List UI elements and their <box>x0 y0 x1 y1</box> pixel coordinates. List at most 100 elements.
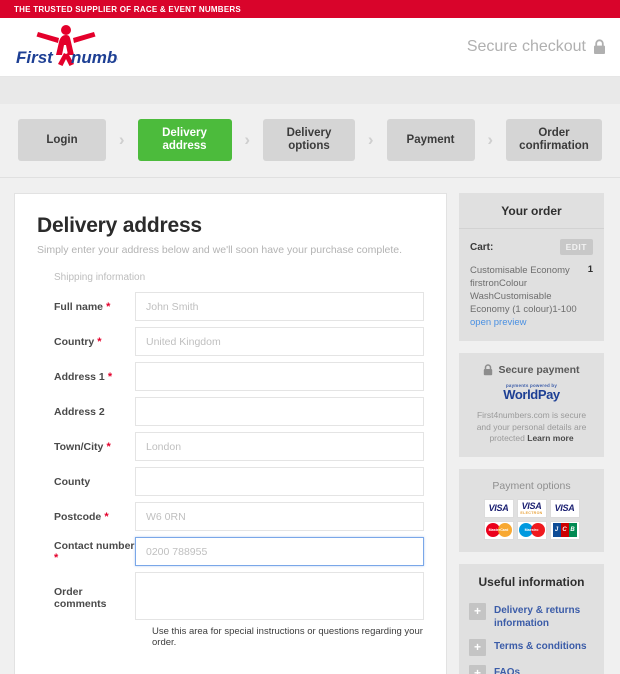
svg-text:First: First <box>16 48 54 67</box>
plus-icon[interactable]: + <box>469 602 486 620</box>
label-contact-number: Contact number * <box>54 539 135 564</box>
step-chevron-icon-4: › <box>487 130 494 149</box>
useful-information-list: + Delivery & returns information + Terms… <box>459 599 604 674</box>
secure-payment-heading-row: Secure payment <box>469 364 594 376</box>
label-address-2: Address 2 <box>54 405 105 418</box>
faqs-link[interactable]: FAQs <box>494 665 520 674</box>
site-header: First numbers Secure checkout <box>0 18 620 77</box>
payment-card-logos: VISA VISA ELECTRON VISA MasterCard Maest… <box>469 498 594 540</box>
cart-item: Customisable Economy firstronColour Wash… <box>470 264 593 329</box>
jcb-bar-red: C <box>560 523 569 537</box>
country-input[interactable] <box>135 327 424 356</box>
step-login-label: Login <box>46 133 78 146</box>
address-1-input[interactable] <box>135 362 424 391</box>
mastercard-label: MasterCard <box>488 527 509 532</box>
step-order-confirmation[interactable]: Order confirmation <box>506 119 602 161</box>
open-preview-link[interactable]: open preview <box>470 317 527 328</box>
lock-icon <box>484 364 493 376</box>
field-row-order-comments: Order comments <box>37 572 424 620</box>
cart-label: Cart: <box>470 241 494 253</box>
order-comments-helper-text: Use this area for special instructions o… <box>152 626 423 648</box>
field-row-contact-number: Contact number * <box>37 537 424 566</box>
field-row-full-name: Full name * <box>37 292 424 321</box>
jcb-bar-green: B <box>568 523 577 537</box>
promo-text: THE TRUSTED SUPPLIER OF RACE & EVENT NUM… <box>14 4 242 14</box>
plus-icon[interactable]: + <box>469 664 486 674</box>
postcode-input[interactable] <box>135 502 424 531</box>
label-town-city: Town/City * <box>54 440 111 453</box>
secure-checkout-indicator: Secure checkout <box>467 38 606 56</box>
visa-debit-label: VISA <box>554 503 575 513</box>
secure-payment-panel: Secure payment payments powered by World… <box>459 353 604 457</box>
field-row-address-1: Address 1 * <box>37 362 424 391</box>
field-row-postcode: Postcode * <box>37 502 424 531</box>
required-asterisk: * <box>103 300 111 313</box>
your-order-heading: Your order <box>459 193 604 229</box>
header-spacer-band <box>0 77 620 104</box>
visa-electron-sublabel: ELECTRON <box>520 511 543 515</box>
field-row-town-city: Town/City * <box>37 432 424 461</box>
useful-information-panel: Useful information + Delivery & returns … <box>459 563 604 674</box>
required-asterisk: * <box>101 510 109 523</box>
secure-checkout-label: Secure checkout <box>466 38 586 55</box>
secure-payment-body-text: First4numbers.com is secure and your per… <box>469 410 594 445</box>
step-chevron-icon-2: › <box>244 130 251 149</box>
required-asterisk: * <box>103 440 111 453</box>
county-input[interactable] <box>135 467 424 496</box>
order-comments-textarea[interactable] <box>135 572 424 620</box>
page-title: Delivery address <box>37 214 202 237</box>
step-chevron-icon-3: › <box>367 130 374 149</box>
step-delivery-address[interactable]: Delivery address <box>137 119 232 161</box>
label-full-name: Full name * <box>54 300 111 313</box>
useful-info-item-delivery-returns[interactable]: + Delivery & returns information <box>469 602 594 630</box>
useful-info-item-terms[interactable]: + Terms & conditions <box>469 638 594 656</box>
plus-icon[interactable]: + <box>469 638 486 656</box>
useful-info-item-faqs[interactable]: + FAQs <box>469 664 594 674</box>
edit-cart-button[interactable]: EDIT <box>559 239 593 255</box>
label-address-1: Address 1 * <box>54 370 113 383</box>
step-delivery-options-label: Delivery options <box>286 127 332 152</box>
label-county: County <box>54 475 91 488</box>
worldpay-logo: payments powered by WorldPay <box>469 383 594 402</box>
full-name-input[interactable] <box>135 292 424 321</box>
required-asterisk: * <box>104 370 113 383</box>
your-order-panel: Your order Cart: EDIT Customisable Econo… <box>459 193 604 341</box>
sidebar: Your order Cart: EDIT Customisable Econo… <box>459 193 604 674</box>
svg-text:numbers: numbers <box>71 48 118 67</box>
visa-debit-card-icon: VISA <box>549 498 580 518</box>
label-country: Country * <box>54 335 102 348</box>
step-order-confirmation-label: Order confirmation <box>519 127 589 152</box>
visa-card-icon: VISA <box>483 498 514 518</box>
visa-label: VISA <box>488 503 509 513</box>
contact-number-input[interactable] <box>135 537 424 566</box>
step-delivery-address-label: Delivery address <box>162 127 207 152</box>
field-row-country: Country * <box>37 327 424 356</box>
cart-item-name: Customisable Economy firstronColour Wash… <box>470 264 579 329</box>
step-payment[interactable]: Payment <box>386 119 475 161</box>
town-city-input[interactable] <box>135 432 424 461</box>
jcb-bar-blue: J <box>552 523 561 537</box>
address-2-input[interactable] <box>135 397 424 426</box>
payment-options-heading: Payment options <box>492 479 571 492</box>
step-delivery-options[interactable]: Delivery options <box>263 119 355 161</box>
step-payment-label: Payment <box>406 133 455 146</box>
delivery-returns-link[interactable]: Delivery & returns information <box>494 603 594 630</box>
secure-payment-body: Secure payment payments powered by World… <box>459 353 604 457</box>
checkout-steps-list: Login › Delivery address › Delivery opti… <box>18 119 602 161</box>
learn-more-link[interactable]: Learn more <box>527 433 573 443</box>
delivery-address-card: Delivery address Simply enter your addre… <box>14 193 447 674</box>
payment-options-panel: Payment options VISA VISA ELECTRON VISA <box>459 468 604 552</box>
terms-conditions-link[interactable]: Terms & conditions <box>494 639 587 653</box>
promo-bar: THE TRUSTED SUPPLIER OF RACE & EVENT NUM… <box>0 0 620 18</box>
step-login[interactable]: Login <box>18 119 106 161</box>
visa-electron-label: VISA <box>521 501 542 511</box>
site-logo[interactable]: First numbers <box>14 23 143 72</box>
maestro-card-icon: Maestro <box>516 520 547 540</box>
cart-item-title: Customisable Economy firstronColour Wash… <box>470 265 577 315</box>
payment-options-body: Payment options VISA VISA ELECTRON VISA <box>459 469 604 552</box>
jcb-card-icon: J C B <box>549 520 580 540</box>
visa-electron-card-icon: VISA ELECTRON <box>516 498 547 518</box>
required-asterisk: * <box>54 551 59 564</box>
cart-row: Cart: EDIT <box>470 239 593 255</box>
secure-payment-heading: Secure payment <box>498 364 580 376</box>
